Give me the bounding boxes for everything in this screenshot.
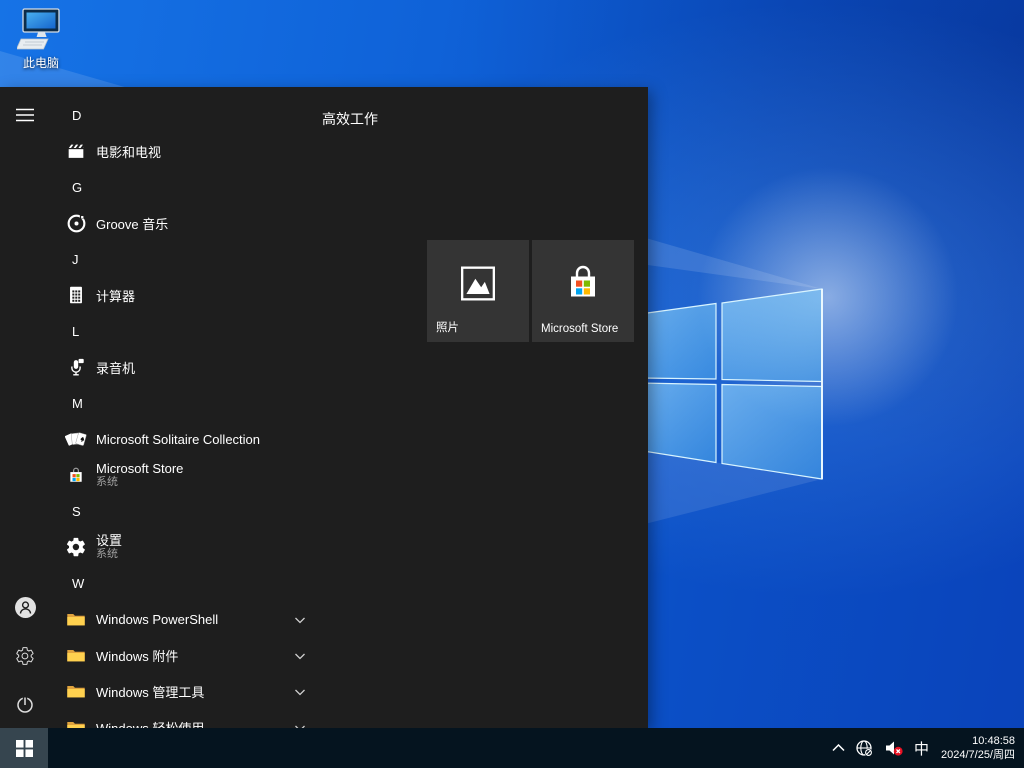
- folder-icon: [64, 643, 88, 667]
- desktop-icon-label: 此电脑: [23, 54, 59, 71]
- app-sublabel: 系统: [96, 548, 122, 561]
- app-item-voice-recorder[interactable]: 录音机: [48, 349, 320, 385]
- section-header-s[interactable]: S: [48, 493, 320, 529]
- app-label: Microsoft Solitaire Collection: [96, 432, 260, 447]
- folder-icon: [64, 607, 88, 631]
- start-button[interactable]: [0, 728, 48, 768]
- groove-music-icon: [64, 211, 88, 235]
- chevron-down-icon[interactable]: [294, 648, 306, 663]
- clock-time: 10:48:58: [941, 734, 1015, 748]
- app-label: Groove 音乐: [96, 214, 168, 233]
- section-header-j[interactable]: J: [48, 241, 320, 277]
- folder-item-windows-accessories[interactable]: Windows 附件: [48, 637, 320, 673]
- app-item-settings[interactable]: 设置 系统: [48, 529, 320, 565]
- photos-icon: [459, 265, 497, 308]
- hamburger-icon: [16, 108, 34, 122]
- store-icon: [563, 263, 603, 310]
- gear-icon: [15, 646, 35, 666]
- app-sublabel: 系统: [96, 476, 183, 489]
- app-label: 录音机: [96, 358, 135, 377]
- solitaire-icon: [64, 427, 88, 451]
- app-label-group: Microsoft Store 系统: [96, 461, 183, 490]
- start-menu: D 电影和电视 G Groove 音乐 J: [0, 87, 648, 728]
- user-account-button[interactable]: [12, 594, 38, 620]
- desktop-icon-this-pc[interactable]: 此电脑: [10, 8, 72, 71]
- folder-item-windows-powershell[interactable]: Windows PowerShell: [48, 601, 320, 637]
- section-header-d[interactable]: D: [48, 97, 320, 133]
- tile-microsoft-store[interactable]: Microsoft Store: [532, 240, 634, 342]
- power-icon: [15, 694, 35, 714]
- app-label-group: 设置 系统: [96, 533, 122, 562]
- folder-label: Windows 管理工具: [96, 682, 204, 701]
- power-button[interactable]: [12, 691, 38, 717]
- network-status-button[interactable]: [855, 739, 874, 758]
- folder-label: Windows PowerShell: [96, 612, 218, 627]
- globe-no-internet-icon: [855, 739, 874, 758]
- taskbar-clock[interactable]: 10:48:58 2024/7/25/周四: [941, 734, 1015, 762]
- app-list: D 电影和电视 G Groove 音乐 J: [48, 97, 320, 728]
- section-header-g[interactable]: G: [48, 169, 320, 205]
- tile-photos[interactable]: 照片: [427, 240, 529, 342]
- movies-tv-icon: [64, 139, 88, 163]
- user-icon: [14, 596, 37, 619]
- folder-item-windows-ease-of-access[interactable]: Windows 轻松使用: [48, 709, 320, 728]
- section-header-w[interactable]: W: [48, 565, 320, 601]
- app-item-solitaire[interactable]: Microsoft Solitaire Collection: [48, 421, 320, 457]
- chevron-down-icon[interactable]: [294, 684, 306, 699]
- voice-recorder-icon: [64, 355, 88, 379]
- folder-label: Windows 轻松使用: [96, 718, 204, 729]
- start-menu-rail: [0, 87, 48, 728]
- app-label: 计算器: [96, 286, 135, 305]
- clock-date: 2024/7/25/周四: [941, 748, 1015, 762]
- expand-menu-button[interactable]: [12, 102, 38, 128]
- chevron-down-icon[interactable]: [294, 612, 306, 627]
- app-item-calculator[interactable]: 计算器: [48, 277, 320, 313]
- store-icon: [64, 463, 88, 487]
- volume-muted-button[interactable]: [884, 739, 904, 758]
- calculator-icon: [64, 283, 88, 307]
- speaker-muted-icon: [884, 739, 904, 758]
- folder-item-windows-admin-tools[interactable]: Windows 管理工具: [48, 673, 320, 709]
- settings-icon: [64, 535, 88, 559]
- app-label: Microsoft Store: [96, 461, 183, 477]
- this-pc-icon: [17, 8, 65, 52]
- rail-settings-button[interactable]: [12, 643, 38, 669]
- tile-label: 照片: [436, 319, 459, 335]
- app-item-movies-tv[interactable]: 电影和电视: [48, 133, 320, 169]
- tile-label: Microsoft Store: [541, 323, 618, 335]
- app-label: 设置: [96, 533, 122, 549]
- folder-label: Windows 附件: [96, 646, 178, 665]
- app-label: 电影和电视: [96, 142, 161, 161]
- section-header-l[interactable]: L: [48, 313, 320, 349]
- folder-icon: [64, 679, 88, 703]
- folder-icon: [64, 715, 88, 728]
- tile-panel: 照片 Microsoft Store: [427, 240, 634, 342]
- ime-indicator[interactable]: 中: [914, 738, 929, 759]
- section-header-m[interactable]: M: [48, 385, 320, 421]
- chevron-up-icon: [832, 744, 845, 752]
- app-item-microsoft-store[interactable]: Microsoft Store 系统: [48, 457, 320, 493]
- system-tray: 中 10:48:58 2024/7/25/周四: [832, 734, 1024, 762]
- show-hidden-icons-button[interactable]: [832, 744, 845, 752]
- tile-group-label[interactable]: 高效工作: [322, 109, 378, 129]
- app-item-groove-music[interactable]: Groove 音乐: [48, 205, 320, 241]
- taskbar: 中 10:48:58 2024/7/25/周四: [0, 728, 1024, 768]
- chevron-down-icon[interactable]: [294, 720, 306, 729]
- windows-logo-icon: [16, 740, 33, 757]
